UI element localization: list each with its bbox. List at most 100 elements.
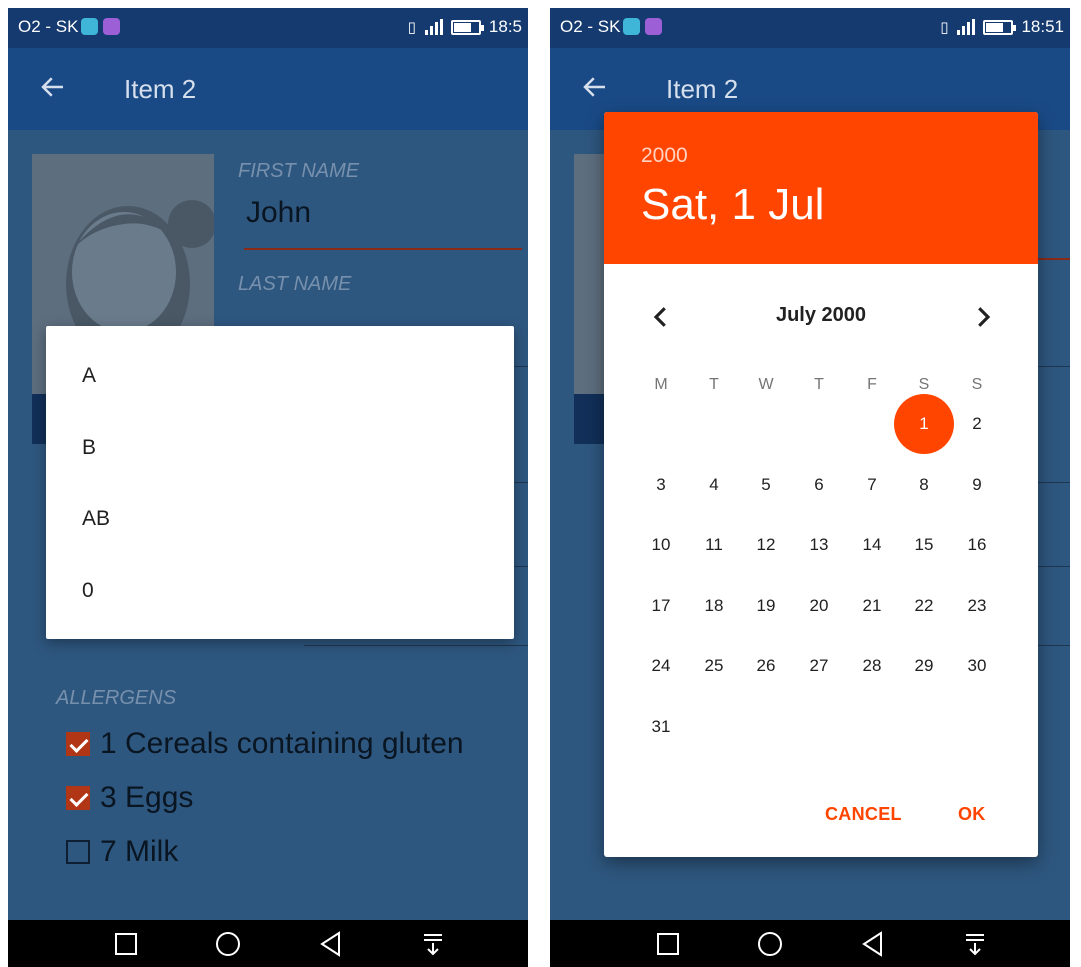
calendar-day[interactable]: 27 bbox=[799, 646, 839, 686]
weekday-label: S bbox=[971, 376, 983, 393]
allergens-label: ALLERGENS bbox=[56, 687, 177, 709]
calendar-day[interactable]: 30 bbox=[957, 646, 997, 686]
calendar-day[interactable]: 3 bbox=[641, 465, 681, 505]
calendar-day[interactable]: 29 bbox=[904, 646, 944, 686]
calendar-day[interactable]: 7 bbox=[852, 465, 892, 505]
notification-app-icon bbox=[81, 18, 98, 35]
weekday-label: W bbox=[758, 376, 774, 393]
first-name-field[interactable]: John bbox=[246, 196, 311, 230]
picker-year[interactable]: 2000 bbox=[641, 144, 688, 168]
calendar-day[interactable]: 21 bbox=[852, 586, 892, 626]
allergen-item[interactable]: 3 Eggs bbox=[66, 781, 193, 815]
field-underline bbox=[1034, 566, 1070, 567]
carrier-label: O2 - SK bbox=[18, 17, 79, 36]
calendar-day[interactable]: 26 bbox=[746, 646, 786, 686]
gallery-notification-icon bbox=[103, 18, 120, 35]
triangle-back-icon[interactable] bbox=[314, 928, 348, 960]
last-name-label: LAST NAME bbox=[238, 273, 352, 295]
calendar-day[interactable]: 14 bbox=[852, 525, 892, 565]
calendar-day[interactable]: 12 bbox=[746, 525, 786, 565]
calendar-day[interactable]: 28 bbox=[852, 646, 892, 686]
calendar-day[interactable]: 11 bbox=[694, 525, 734, 565]
page-title: Item 2 bbox=[124, 74, 197, 104]
notification-app-icon bbox=[623, 18, 640, 35]
allergen-label: 3 Eggs bbox=[100, 781, 194, 814]
date-picker-header: 2000 Sat, 1 Jul bbox=[604, 112, 1038, 264]
calendar-day[interactable]: 17 bbox=[641, 586, 681, 626]
signal-icon bbox=[957, 19, 976, 35]
circle-icon[interactable] bbox=[211, 928, 245, 960]
square-icon[interactable] bbox=[651, 928, 685, 960]
pull-down-icon[interactable] bbox=[416, 928, 450, 960]
field-underline bbox=[513, 366, 528, 367]
calendar-day[interactable]: 6 bbox=[799, 465, 839, 505]
checkbox-checked-icon[interactable] bbox=[66, 732, 90, 756]
weekday-label: F bbox=[867, 376, 877, 393]
popup-option[interactable]: AB bbox=[82, 507, 110, 531]
clock: 18:51 bbox=[1021, 17, 1064, 36]
calendar-day[interactable]: 15 bbox=[904, 525, 944, 565]
calendar-day[interactable]: 24 bbox=[641, 646, 681, 686]
pull-down-icon[interactable] bbox=[958, 928, 992, 960]
first-name-label: FIRST NAME bbox=[238, 160, 360, 182]
checkbox-checked-icon[interactable] bbox=[66, 786, 90, 810]
allergen-item[interactable]: 7 Milk bbox=[66, 835, 178, 869]
arrow-left-icon[interactable] bbox=[580, 72, 610, 102]
gallery-notification-icon bbox=[645, 18, 662, 35]
square-icon[interactable] bbox=[109, 928, 143, 960]
popup-option[interactable]: B bbox=[82, 436, 96, 460]
weekday-label: T bbox=[814, 376, 824, 393]
cancel-button[interactable]: CANCEL bbox=[825, 804, 902, 825]
calendar-day[interactable]: 13 bbox=[799, 525, 839, 565]
calendar-day[interactable]: 20 bbox=[799, 586, 839, 626]
status-bar: O2 - SK ▯ 18:5 bbox=[8, 8, 528, 48]
popup-option[interactable]: A bbox=[82, 364, 96, 388]
calendar-day[interactable]: 22 bbox=[904, 586, 944, 626]
calendar-day[interactable]: 5 bbox=[746, 465, 786, 505]
page-title: Item 2 bbox=[666, 74, 739, 104]
calendar-day[interactable]: 31 bbox=[641, 707, 681, 747]
allergen-label: 1 Cereals containing gluten bbox=[100, 727, 464, 760]
picker-selected-date[interactable]: Sat, 1 Jul bbox=[641, 180, 824, 230]
battery-icon bbox=[983, 19, 1017, 35]
phone-screen-right: O2 - SK ▯ 18:51 Item 2 2000 Sat, 1 Jul J… bbox=[550, 8, 1070, 967]
calendar-day[interactable]: 19 bbox=[746, 586, 786, 626]
blood-type-popup: A B AB 0 bbox=[46, 326, 514, 639]
battery-icon bbox=[450, 19, 484, 35]
field-underline bbox=[513, 566, 528, 567]
phone-screen-left: O2 - SK ▯ 18:5 Item 2 FIRST NAME John LA… bbox=[8, 8, 528, 967]
calendar-day[interactable]: 9 bbox=[957, 465, 997, 505]
popup-option[interactable]: 0 bbox=[82, 579, 94, 603]
date-picker-dialog: 2000 Sat, 1 Jul July 2000 MTWTFSS 123456… bbox=[604, 112, 1038, 857]
calendar-day[interactable]: 25 bbox=[694, 646, 734, 686]
calendar-day[interactable]: 18 bbox=[694, 586, 734, 626]
first-name-underline bbox=[244, 248, 522, 250]
circle-icon[interactable] bbox=[753, 928, 787, 960]
status-bar: O2 - SK ▯ 18:51 bbox=[550, 8, 1070, 48]
carrier-label: O2 - SK bbox=[560, 17, 621, 36]
field-underline bbox=[304, 645, 528, 646]
calendar-day-selected[interactable]: 1 bbox=[894, 394, 954, 454]
weekday-label: T bbox=[709, 376, 719, 393]
field-underline bbox=[1034, 482, 1070, 483]
ok-button[interactable]: OK bbox=[958, 804, 986, 825]
signal-icon bbox=[424, 19, 443, 35]
chevron-right-icon[interactable] bbox=[968, 302, 998, 332]
allergen-label: 7 Milk bbox=[100, 835, 179, 868]
calendar-day[interactable]: 2 bbox=[957, 404, 997, 444]
vibrate-icon: ▯ bbox=[407, 19, 417, 36]
calendar-day[interactable]: 4 bbox=[694, 465, 734, 505]
vibrate-icon: ▯ bbox=[940, 19, 950, 36]
field-underline bbox=[1034, 366, 1070, 367]
arrow-left-icon[interactable] bbox=[38, 72, 68, 102]
triangle-back-icon[interactable] bbox=[856, 928, 890, 960]
calendar-day[interactable]: 23 bbox=[957, 586, 997, 626]
calendar-day[interactable]: 16 bbox=[957, 525, 997, 565]
calendar-day[interactable]: 10 bbox=[641, 525, 681, 565]
calendar-day[interactable]: 8 bbox=[904, 465, 944, 505]
allergen-item[interactable]: 1 Cereals containing gluten bbox=[66, 727, 464, 761]
app-bar: Item 2 bbox=[8, 48, 528, 130]
first-name-underline bbox=[1034, 258, 1070, 260]
checkbox-unchecked-icon[interactable] bbox=[66, 840, 90, 864]
field-underline bbox=[1034, 645, 1070, 646]
